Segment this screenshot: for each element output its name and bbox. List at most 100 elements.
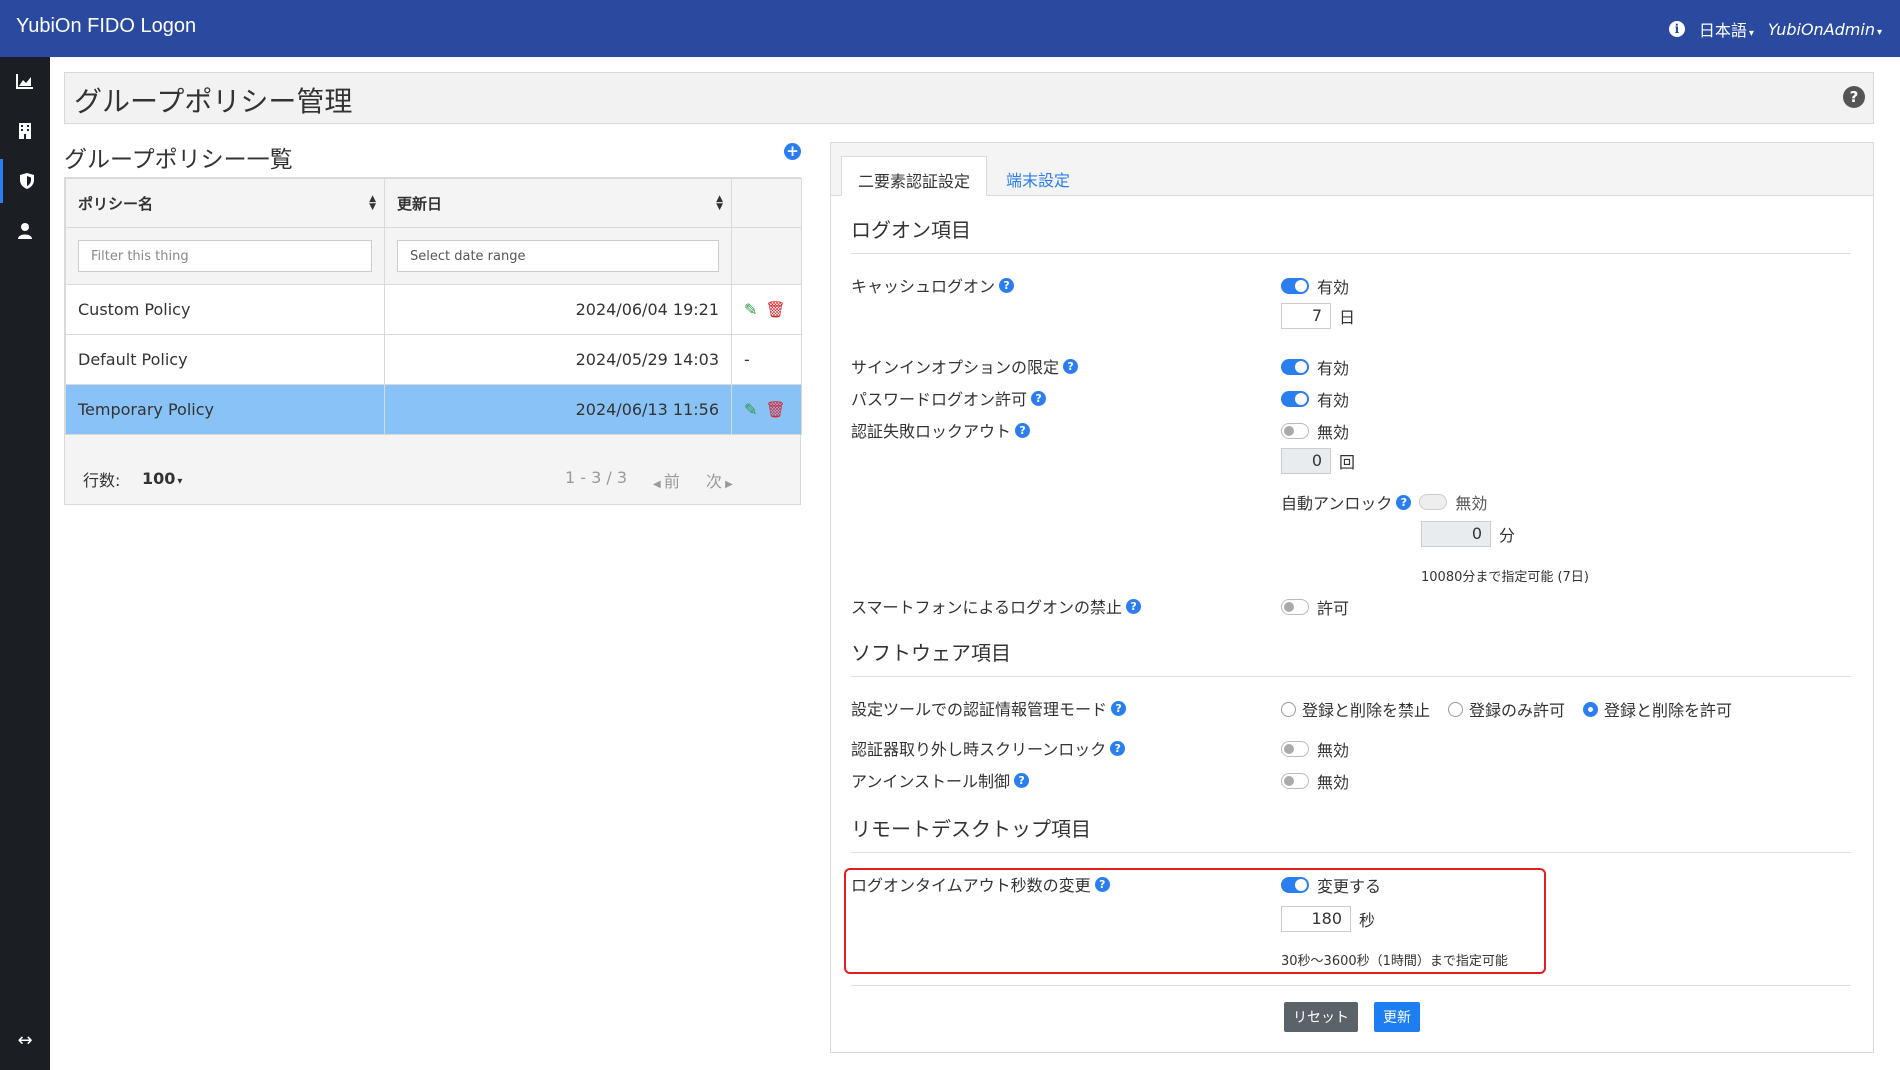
help-icon[interactable]: ? <box>1063 358 1079 374</box>
signin-option-toggle[interactable]: 有効 <box>1281 355 1349 379</box>
policy-name-cell[interactable]: Temporary Policy <box>65 384 385 435</box>
prev-page-button[interactable]: ◀ 前 <box>653 468 680 492</box>
column-header-policy-name[interactable]: ポリシー名 ▲ ▼ <box>65 178 385 228</box>
label-text: スマートフォンによるログオンの禁止 <box>851 598 1123 617</box>
policy-name-cell[interactable]: Custom Policy <box>65 284 385 335</box>
screenlock-toggle[interactable]: 無効 <box>1281 737 1349 761</box>
toggle-label: 無効 <box>1317 423 1350 442</box>
lockout-count-field: 0回 <box>1281 448 1355 474</box>
brand-title[interactable]: YubiOn FIDO Logon <box>16 15 196 38</box>
reset-button[interactable]: リセット <box>1284 1002 1358 1032</box>
shield-icon <box>19 173 34 189</box>
help-icon[interactable]: ? <box>1111 700 1127 716</box>
area-chart-icon <box>16 74 33 89</box>
building-icon <box>19 123 31 139</box>
radio-button[interactable] <box>1448 701 1464 717</box>
pagination: 1 - 3 / 3 ◀ 前 次 ▶ <box>565 468 733 492</box>
unlock-minutes-input[interactable]: 0 <box>1421 521 1491 547</box>
column-header-updated[interactable]: 更新日 ▲ ▼ <box>384 178 732 228</box>
toggle-label: 無効 <box>1317 773 1350 792</box>
smartphone-logon-label: スマートフォンによるログオンの禁止? <box>851 594 1142 618</box>
unlock-minutes-field: 0分 <box>1421 521 1515 547</box>
highlight-box <box>844 868 1546 974</box>
date-range-filter-input[interactable]: Select date range <box>397 240 719 272</box>
rows-per-page-label: 行数: <box>83 471 121 490</box>
smartphone-logon-toggle[interactable]: 許可 <box>1281 595 1349 619</box>
help-icon[interactable]: ? <box>999 277 1015 293</box>
table-row[interactable]: Default Policy 2024/05/29 14:03 - <box>65 334 802 385</box>
sort-icon: ▲ ▼ <box>369 194 376 212</box>
tab-device-settings[interactable]: 端末設定 <box>990 156 1086 196</box>
table-row[interactable]: Custom Policy 2024/06/04 19:21 ✎ 🗑 <box>65 284 802 335</box>
top-right-menu: i 日本語 ▾ YubiOnAdmin ▾ <box>1668 17 1882 41</box>
language-dropdown[interactable]: 日本語 ▾ <box>1699 17 1754 41</box>
label-text: アンインストール制御 <box>851 772 1011 791</box>
updated-date-cell: 2024/05/29 14:03 <box>384 334 732 385</box>
caret-down-icon: ▾ <box>1748 28 1754 39</box>
edit-icon[interactable]: ✎ <box>744 400 757 419</box>
update-button[interactable]: 更新 <box>1374 1002 1420 1032</box>
label-text: キャッシュログオン <box>851 277 996 296</box>
next-page-button[interactable]: 次 ▶ <box>706 468 733 492</box>
label-text: 認証器取り外し時スクリーンロック <box>851 740 1107 759</box>
trash-icon[interactable]: 🗑 <box>765 300 785 319</box>
action-cell: - <box>731 334 802 385</box>
remote-section-title: リモートデスクトップ項目 <box>851 813 1851 853</box>
sidebar-item-organization[interactable] <box>0 109 50 153</box>
help-icon[interactable]: ? <box>1396 494 1412 510</box>
add-policy-icon[interactable]: + <box>784 143 801 160</box>
radio-button[interactable] <box>1281 701 1296 717</box>
rows-per-page-select[interactable]: 100 ▾ <box>142 469 182 488</box>
credential-mode-radio-group: 登録と削除を禁止 登録のみ許可 登録と削除を許可 <box>1281 697 1732 721</box>
radio-label: 登録と削除を許可 <box>1604 701 1733 720</box>
user-icon <box>18 223 32 239</box>
policy-table: ポリシー名 ▲ ▼ 更新日 ▲ ▼ Filter this thing Select d… <box>64 177 802 505</box>
toggle-switch[interactable] <box>1281 773 1309 789</box>
help-icon[interactable]: ? <box>1031 390 1047 406</box>
policy-name-cell[interactable]: Default Policy <box>65 334 385 385</box>
help-icon[interactable]: ? <box>1843 86 1865 108</box>
column-label: ポリシー名 <box>78 194 154 213</box>
table-footer: 行数: 100 ▾ 1 - 3 / 3 ◀ 前 次 ▶ <box>65 450 800 504</box>
credential-mode-label: 設定ツールでの認証情報管理モード? <box>851 696 1127 720</box>
tab-two-factor[interactable]: 二要素認証設定 <box>841 156 988 196</box>
label-text: 認証失敗ロックアウト <box>851 422 1012 441</box>
radio-label: 登録のみ許可 <box>1469 701 1566 720</box>
edit-icon[interactable]: ✎ <box>744 300 757 319</box>
password-logon-toggle[interactable]: 有効 <box>1281 387 1349 411</box>
help-icon[interactable]: ? <box>1014 772 1030 788</box>
lockout-count-input[interactable]: 0 <box>1281 448 1331 474</box>
uninstall-control-toggle[interactable]: 無効 <box>1281 769 1349 793</box>
radio-button-selected[interactable] <box>1583 701 1599 717</box>
info-icon[interactable]: i <box>1668 21 1685 37</box>
sidebar-item-group-policy[interactable] <box>0 159 50 203</box>
help-icon[interactable]: ? <box>1015 422 1031 438</box>
auto-unlock-toggle[interactable] <box>1419 494 1448 510</box>
toggle-switch[interactable] <box>1281 599 1309 615</box>
toggle-label: 無効 <box>1317 741 1350 760</box>
unit-label: 回 <box>1339 453 1356 472</box>
user-dropdown[interactable]: YubiOnAdmin ▾ <box>1768 20 1882 39</box>
column-label: 更新日 <box>397 194 443 213</box>
updated-date-cell: 2024/06/13 11:56 <box>384 384 732 435</box>
toggle-switch[interactable] <box>1281 359 1309 375</box>
help-icon[interactable]: ? <box>1110 740 1126 756</box>
lockout-toggle[interactable]: 無効 <box>1281 419 1349 443</box>
cache-logon-toggle[interactable]: 有効 <box>1281 274 1349 298</box>
table-row-selected[interactable]: Temporary Policy 2024/06/13 11:56 ✎ 🗑 <box>65 384 802 435</box>
toggle-switch[interactable] <box>1281 278 1309 294</box>
sidebar-item-dashboard[interactable] <box>0 59 50 103</box>
tab-bar: 二要素認証設定 端末設定 <box>831 143 1873 196</box>
toggle-switch[interactable] <box>1281 391 1309 407</box>
policy-name-filter-input[interactable]: Filter this thing <box>78 240 372 272</box>
cache-days-input[interactable]: 7 <box>1281 303 1331 329</box>
toggle-switch[interactable] <box>1281 741 1309 757</box>
logon-section-title: ログオン項目 <box>851 214 1851 254</box>
page-header: グループポリシー管理 ? <box>64 72 1874 124</box>
toggle-switch[interactable] <box>1281 423 1309 439</box>
trash-icon[interactable]: 🗑 <box>765 400 785 419</box>
help-icon[interactable]: ? <box>1126 598 1142 614</box>
sidebar-item-users[interactable] <box>0 209 50 253</box>
chevron-left-icon: ◀ <box>653 479 664 490</box>
sidebar-toggle-icon[interactable]: ↔ <box>0 1018 50 1062</box>
